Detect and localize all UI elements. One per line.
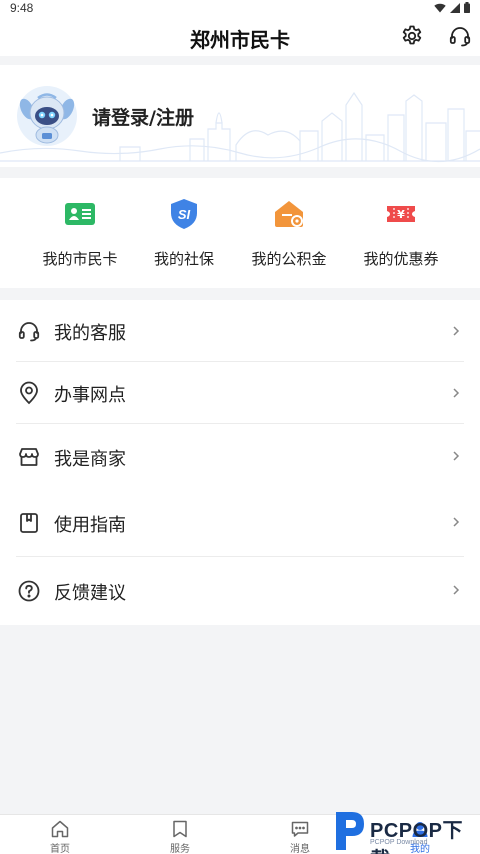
menu-item-label: 我的客服 — [54, 323, 126, 344]
chevron-right-icon — [453, 326, 460, 336]
menu-item-label: 办事网点 — [54, 385, 126, 406]
question-circle-icon — [18, 580, 40, 602]
settings-button[interactable] — [398, 22, 426, 50]
quick-action-label: 我的公积金 — [251, 250, 327, 268]
watermark-brand: PCPOP下载 — [370, 820, 464, 854]
signal-icon — [450, 2, 460, 13]
menu-item-user-guide[interactable]: 使用指南 — [0, 495, 480, 557]
status-icons — [434, 2, 470, 13]
watermark-subtitle: PCPOP Download — [370, 839, 428, 846]
app-bar: 郑州市民卡 — [0, 16, 480, 56]
quick-action-label: 我的优惠券 — [363, 250, 439, 268]
menu-item-label: 我是商家 — [54, 449, 126, 470]
menu-item-service-outlets[interactable]: 办事网点 — [0, 362, 480, 424]
nav-item-services[interactable]: 服务 — [120, 815, 240, 854]
profile-card[interactable]: 请登录/注册 — [0, 65, 480, 167]
svg-text:SI: SI — [178, 207, 191, 222]
quick-action-social-security[interactable]: SI 我的社保 — [124, 178, 244, 288]
divider — [16, 556, 464, 557]
svg-text:¥: ¥ — [397, 208, 405, 221]
wifi-icon — [434, 3, 446, 13]
chevron-right-icon — [453, 451, 460, 461]
location-pin-icon — [20, 381, 38, 405]
home-icon — [51, 820, 69, 838]
robot-mascot-icon — [17, 86, 77, 146]
customer-support-button[interactable] — [446, 22, 474, 50]
battery-icon — [464, 2, 470, 13]
chevron-right-icon — [453, 388, 460, 398]
pcpop-logo-icon — [336, 812, 364, 850]
gear-icon — [402, 25, 422, 45]
menu-item-merchant[interactable]: 我是商家 — [0, 427, 480, 495]
social-security-shield-icon: SI — [171, 199, 197, 229]
login-register-link[interactable]: 请登录/注册 — [92, 103, 194, 130]
menu-item-label: 反馈建议 — [54, 583, 126, 604]
avatar — [16, 85, 78, 147]
menu-list: 我的客服 办事网点 我是商家 使用指南 反馈建议 — [0, 300, 480, 625]
nav-item-home[interactable]: 首页 — [0, 815, 120, 854]
quick-action-coupons[interactable]: ¥ 我的优惠券 — [341, 178, 461, 288]
menu-item-label: 使用指南 — [54, 515, 126, 536]
chevron-right-icon — [453, 517, 460, 527]
nav-label: 服务 — [170, 844, 190, 854]
menu-item-feedback[interactable]: 反馈建议 — [0, 562, 480, 624]
quick-action-label: 我的社保 — [153, 250, 214, 268]
coupon-ticket-icon: ¥ — [387, 206, 415, 222]
quick-actions: 我的市民卡 SI 我的社保 我的公积金 ¥ 我的优惠券 — [0, 178, 480, 288]
bookmark-icon — [173, 820, 187, 838]
headset-icon — [18, 322, 40, 342]
storefront-icon — [19, 448, 39, 466]
quick-action-citizen-card[interactable]: 我的市民卡 — [20, 178, 140, 288]
quick-action-label: 我的市民卡 — [42, 250, 118, 268]
guide-book-icon — [20, 513, 38, 533]
quick-action-housing-fund[interactable]: 我的公积金 — [229, 178, 349, 288]
divider — [16, 423, 464, 424]
status-time: 9:48 — [10, 1, 34, 15]
status-bar: 9:48 — [0, 0, 480, 16]
nav-label: 首页 — [50, 844, 70, 854]
message-icon — [291, 821, 309, 837]
headset-icon — [449, 27, 471, 47]
menu-item-customer-service[interactable]: 我的客服 — [0, 300, 480, 362]
id-card-icon — [65, 203, 95, 225]
pcpop-watermark: PCPOP下载 PCPOP Download — [330, 806, 480, 854]
chevron-right-icon — [453, 585, 460, 595]
housing-fund-icon — [275, 201, 303, 227]
